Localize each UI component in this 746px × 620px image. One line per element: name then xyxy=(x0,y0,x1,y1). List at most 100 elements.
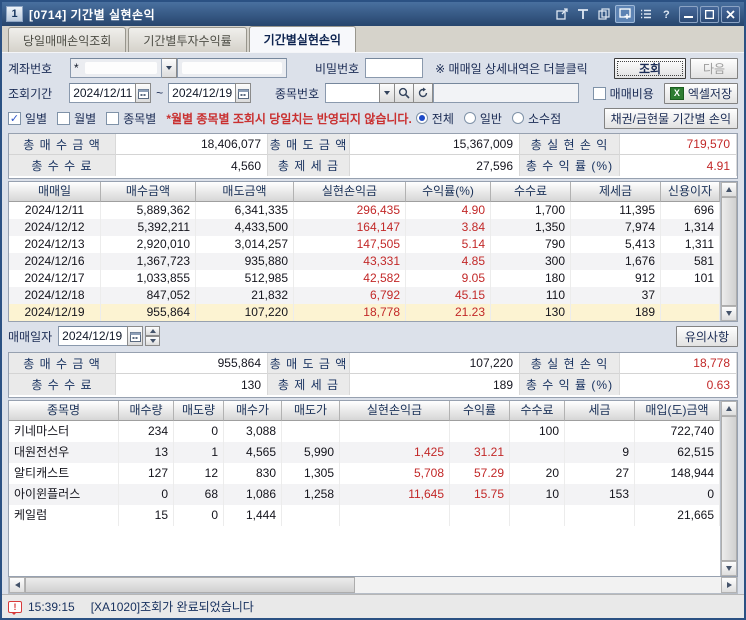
table-row[interactable]: 2024/12/16 1,367,723 935,880 43,331 4.85 300 1… xyxy=(9,253,720,270)
account-input[interactable]: * xyxy=(70,58,162,78)
table-cell: 케일럼 xyxy=(9,505,119,526)
notice-button[interactable]: 유의사항 xyxy=(675,325,738,347)
view-checkbox-label: 월별 xyxy=(74,111,97,126)
fee-checkbox-box xyxy=(592,86,606,100)
view-checkbox-1[interactable]: ✓ 일별 xyxy=(8,110,47,127)
table-cell: 57.29 xyxy=(450,463,510,484)
summary-label: 총 수 수 료 xyxy=(9,374,116,395)
scope-radio-3[interactable]: 소수점 xyxy=(511,110,561,127)
close-button[interactable] xyxy=(721,5,740,23)
minimize-button[interactable] xyxy=(679,5,698,23)
trade-date-stepper xyxy=(145,326,161,346)
stock-code-input[interactable] xyxy=(325,83,381,103)
table-row[interactable]: 알티캐스트 127 12 830 1,305 5,708 57.29 20 27 148,944 xyxy=(9,463,720,484)
trade-date-input[interactable]: 2024/12/19 xyxy=(58,326,129,346)
scroll-left-icon[interactable] xyxy=(9,577,25,593)
search-icon[interactable] xyxy=(394,83,414,103)
daily-scroll-track[interactable] xyxy=(721,197,737,306)
date-to-input[interactable]: 2024/12/19 xyxy=(168,83,237,103)
copy-icon[interactable] xyxy=(594,5,614,23)
table-cell: 21,665 xyxy=(635,505,720,526)
next-button[interactable]: 다음 xyxy=(690,57,738,79)
refresh-icon[interactable] xyxy=(412,83,433,103)
account-dropdown-button[interactable] xyxy=(161,58,177,78)
summary-label: 총 실 현 손 익 xyxy=(520,353,620,374)
scroll-down-icon[interactable] xyxy=(721,306,737,321)
tab-2[interactable]: 기간별투자수익률 xyxy=(128,27,247,52)
tab-3[interactable]: 기간별실현손익 xyxy=(248,26,356,52)
table-row[interactable]: 2024/12/13 2,920,010 3,014,257 147,505 5.14 7… xyxy=(9,236,720,253)
stock-scroll-thumb[interactable] xyxy=(721,416,737,561)
column-header: 제세금 xyxy=(571,182,661,202)
column-header: 종목명 xyxy=(9,401,119,421)
table-row[interactable]: 2024/12/17 1,033,855 512,985 42,582 9.05 180 9… xyxy=(9,270,720,287)
table-row[interactable]: 키네마스터 234 0 3,088 100 722,740 xyxy=(9,421,720,442)
view-checkbox-2[interactable]: 월별 xyxy=(57,110,96,127)
stock-scroll-track[interactable] xyxy=(721,416,737,561)
date-from-calendar-icon[interactable] xyxy=(135,83,152,103)
column-header: 수익률(%) xyxy=(406,182,491,202)
date-from-input[interactable]: 2024/12/11 xyxy=(69,83,137,103)
table-cell xyxy=(282,421,340,442)
tab-1[interactable]: 당일매매손익조회 xyxy=(8,27,127,52)
table-cell xyxy=(565,421,635,442)
stepper-down-icon[interactable] xyxy=(145,336,161,346)
account-value: * xyxy=(74,61,79,75)
table-cell: 0 xyxy=(119,484,174,505)
query-button[interactable]: 조회 xyxy=(614,57,686,79)
fee-checkbox[interactable]: 매매비용 xyxy=(592,85,654,102)
table-cell: 1,033,855 xyxy=(101,270,196,287)
stepper-up-icon[interactable] xyxy=(145,326,161,336)
table-cell: 512,985 xyxy=(196,270,294,287)
table-cell: 12 xyxy=(174,463,224,484)
help-icon[interactable]: ? xyxy=(657,5,677,23)
view-checkbox-3[interactable]: 종목별 xyxy=(106,110,156,127)
svg-text:?: ? xyxy=(663,9,670,20)
summary-value: 189 xyxy=(350,374,520,395)
table-cell: 1,367,723 xyxy=(101,253,196,270)
daily-table: 매매일 매수금액 매도금액 실현손익금 수익률(%) 수수료 제세금 신용이자 2024/12/… xyxy=(8,181,738,322)
scroll-up-icon[interactable] xyxy=(721,401,737,416)
table-row[interactable]: 아이윈플러스 0 68 1,086 1,258 11,645 15.75 10 153 0 xyxy=(9,484,720,505)
scope-radio-1[interactable]: 전체 xyxy=(415,110,454,127)
scope-radios: 전체 일반 소수점 xyxy=(415,110,571,127)
bond-gold-pl-button[interactable]: 채권/금현물 기간별 손익 xyxy=(603,107,738,129)
daily-scroll-thumb[interactable] xyxy=(721,197,737,306)
hscroll-thumb[interactable] xyxy=(25,577,355,593)
stock-table-scrollbar[interactable] xyxy=(720,401,737,576)
status-bar: ! 15:39:15 [XA1020]조회가 완료되었습니다 xyxy=(2,594,744,618)
stock-dropdown-button[interactable] xyxy=(379,83,396,103)
table-row[interactable]: 2024/12/19 955,864 107,220 18,778 21.23 130 18… xyxy=(9,304,720,321)
table-row[interactable]: 대원전선우 13 1 4,565 5,990 1,425 31.21 9 62,515 xyxy=(9,442,720,463)
hscroll-track[interactable] xyxy=(25,577,721,593)
trade-date-calendar-icon[interactable] xyxy=(127,326,144,346)
date-to-calendar-icon[interactable] xyxy=(235,83,251,103)
trade-date-row: 매매일자 2024/12/19 유의사항 xyxy=(2,322,744,350)
summary-label: 총 수 수 료 xyxy=(9,155,116,176)
password-input[interactable] xyxy=(365,58,424,78)
table-cell: 100 xyxy=(510,421,565,442)
scope-radio-2[interactable]: 일반 xyxy=(463,110,502,127)
summary-value: 4,560 xyxy=(116,155,268,176)
scroll-right-icon[interactable] xyxy=(721,577,737,593)
horizontal-scrollbar[interactable] xyxy=(8,577,738,594)
table-row[interactable]: 2024/12/18 847,052 21,832 6,792 45.15 110 37 xyxy=(9,287,720,304)
table-cell: 5,889,362 xyxy=(101,202,196,219)
table-row[interactable]: 2024/12/12 5,392,211 4,433,500 164,147 3.84 1… xyxy=(9,219,720,236)
table-cell: 830 xyxy=(224,463,282,484)
multiwindow-icon[interactable] xyxy=(615,5,635,23)
account-name-field xyxy=(177,58,287,78)
list-icon[interactable] xyxy=(636,5,656,23)
maximize-button[interactable] xyxy=(700,5,719,23)
excel-save-button[interactable]: X 엑셀저장 xyxy=(663,82,738,104)
table-row[interactable]: 2024/12/11 5,889,362 6,341,335 296,435 4.90 1… xyxy=(9,202,720,219)
daily-table-scrollbar[interactable] xyxy=(720,182,737,321)
scroll-up-icon[interactable] xyxy=(721,182,737,197)
text-icon[interactable] xyxy=(573,5,593,23)
table-cell: 5,990 xyxy=(282,442,340,463)
table-cell: 9.05 xyxy=(406,270,491,287)
table-row[interactable]: 케일럼 15 0 1,444 21,665 xyxy=(9,505,720,526)
stock-table: 종목명 매수량 매도량 매수가 매도가 실현손익금 수익률 수수료 세금 매입(도)금액 키네마스터… xyxy=(8,400,738,577)
scroll-down-icon[interactable] xyxy=(721,561,737,576)
popout-icon[interactable] xyxy=(552,5,572,23)
